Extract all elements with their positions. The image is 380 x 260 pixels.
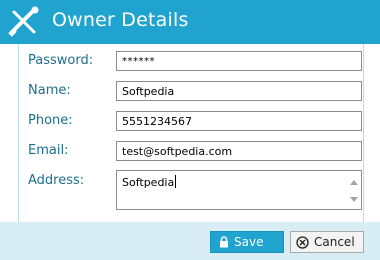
tools-icon	[8, 6, 39, 37]
button-bar: Save Cancel	[0, 222, 380, 260]
lock-icon	[220, 236, 228, 248]
window-title: Owner Details	[52, 9, 189, 31]
name-label: Name:	[28, 83, 71, 98]
title-bar: Owner Details	[0, 0, 380, 44]
scroll-down-arrow-icon[interactable]	[350, 197, 358, 202]
save-label: Save	[234, 235, 264, 249]
email-label: Email:	[28, 143, 69, 158]
password-field[interactable]: ******	[116, 51, 362, 71]
cancel-button[interactable]: Cancel	[290, 231, 364, 253]
email-field[interactable]: test@softpedia.com	[116, 141, 362, 161]
phone-field[interactable]: 5551234567	[116, 111, 362, 131]
cancel-label: Cancel	[314, 235, 355, 249]
address-text: Softpedia	[122, 176, 175, 189]
cancel-icon	[296, 235, 309, 249]
phone-label: Phone:	[28, 113, 73, 128]
address-scrollbar[interactable]	[347, 171, 361, 209]
save-button[interactable]: Save	[210, 231, 284, 253]
name-field[interactable]: Softpedia	[116, 81, 362, 101]
address-field[interactable]: Softpedia	[116, 170, 362, 210]
scroll-up-arrow-icon[interactable]	[350, 180, 358, 185]
password-label: Password:	[28, 53, 94, 68]
text-caret	[175, 175, 177, 188]
address-label: Address:	[28, 173, 85, 188]
